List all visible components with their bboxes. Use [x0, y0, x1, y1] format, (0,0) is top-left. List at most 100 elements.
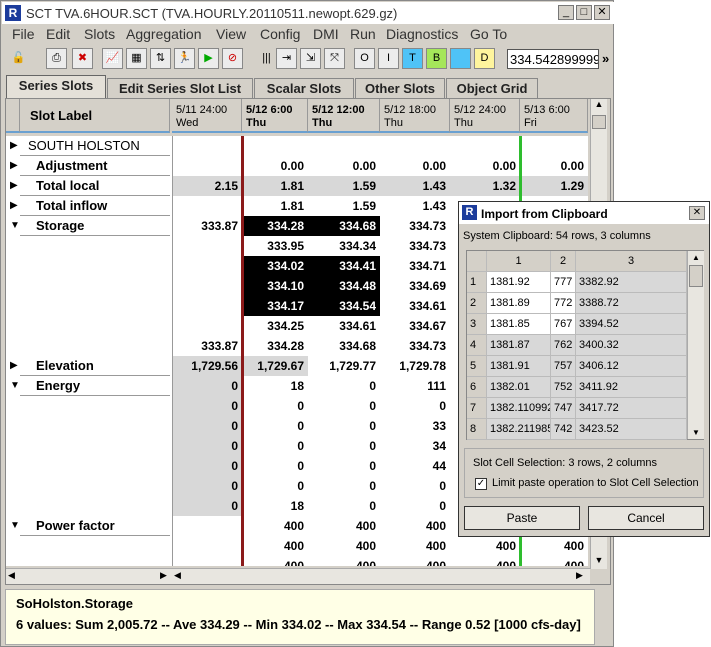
run-icon[interactable]: 🏃 [174, 48, 195, 69]
scroll-thumb[interactable] [689, 265, 703, 287]
grid-cell[interactable]: 0 [172, 476, 242, 496]
dialog-cell[interactable]: 767 [551, 314, 576, 335]
column-header[interactable]: 5/12 18:00 Thu [380, 99, 450, 133]
menu-goto[interactable]: Go To [470, 26, 507, 42]
grid-cell[interactable]: 400 [380, 516, 450, 536]
table-row[interactable]: ▶ Adjustment 0.00 0.00 0.00 0.00 0.00 [6, 156, 588, 176]
d-button[interactable]: D [474, 48, 495, 69]
grid-cell[interactable]: 1.32 [450, 176, 520, 196]
slot-label[interactable]: SOUTH HOLSTON [28, 138, 140, 153]
grid-cell[interactable]: 334.69 [380, 276, 450, 296]
menu-edit[interactable]: Edit [46, 26, 70, 42]
grid-cell[interactable]: 1.29 [520, 176, 588, 196]
scroll-down-icon[interactable]: ▼ [688, 428, 704, 437]
grid-cell[interactable]: 0.00 [520, 156, 588, 176]
menu-file[interactable]: File [12, 26, 35, 42]
grid-cell[interactable]: 0 [242, 476, 308, 496]
chart-icon[interactable]: 📈 [102, 48, 123, 69]
grid-cell[interactable]: 0 [308, 496, 380, 516]
column-header[interactable]: 5/11 24:00 Wed [172, 99, 242, 133]
dialog-cell[interactable]: 3406.12 [576, 356, 687, 377]
grid-cell[interactable]: 0 [380, 476, 450, 496]
dialog-close-button[interactable]: ✕ [689, 206, 705, 220]
grid-cell[interactable] [520, 136, 588, 156]
time-value-field[interactable]: 334.542899999 [507, 49, 599, 69]
table-row[interactable]: ▶ Total local 2.15 1.81 1.59 1.43 1.32 1.29 [6, 176, 588, 196]
slot-label[interactable]: Total inflow [36, 198, 107, 213]
grid-cell[interactable]: 0 [172, 396, 242, 416]
grid-cell[interactable] [172, 136, 242, 156]
column-header[interactable]: 5/12 6:00 Thu [242, 99, 308, 133]
grid-cell[interactable]: 0.00 [242, 156, 308, 176]
grid-cell[interactable]: 334.67 [380, 316, 450, 336]
grid-cell[interactable]: 111 [380, 376, 450, 396]
flow-icon[interactable]: ⇅ [150, 48, 171, 69]
grid-cell[interactable]: 0 [242, 456, 308, 476]
fit-width-icon[interactable]: ⇥ [276, 48, 297, 69]
table-row[interactable]: 400 400 400 400 400 [6, 536, 588, 556]
menu-config[interactable]: Config [260, 26, 300, 42]
grid-cell[interactable]: 0 [308, 476, 380, 496]
grid-cell[interactable]: 334.34 [308, 236, 380, 256]
grid-cell[interactable]: 334.41 [308, 256, 380, 276]
slot-label[interactable]: Power factor [36, 518, 115, 533]
grid-cell[interactable]: 334.68 [308, 216, 380, 236]
grid-cell[interactable] [172, 156, 242, 176]
grid-cell[interactable] [172, 536, 242, 556]
collapse-icon[interactable]: ▼ [10, 220, 20, 231]
toolbar-overflow-icon[interactable]: » [602, 51, 609, 66]
column-header[interactable]: 5/12 24:00 Thu [450, 99, 520, 133]
slot-label[interactable]: Storage [36, 218, 84, 233]
grid-cell[interactable]: 0 [172, 496, 242, 516]
grid-cell[interactable]: 334.71 [380, 256, 450, 276]
o-button[interactable]: O [354, 48, 375, 69]
grid-cell[interactable]: 0 [242, 436, 308, 456]
tab-edit-series-slot-list[interactable]: Edit Series Slot List [107, 78, 253, 99]
dialog-cell[interactable]: 1381.91 [487, 356, 551, 377]
grid-cell[interactable]: 1,729.56 [172, 356, 242, 376]
grid-cell[interactable]: 0 [172, 456, 242, 476]
t-button[interactable]: T [402, 48, 423, 69]
maximize-button[interactable]: □ [576, 5, 592, 20]
column-header[interactable]: 5/13 6:00 Fri [520, 99, 588, 133]
grid-cell[interactable]: 0 [308, 436, 380, 456]
expand-icon[interactable]: ▶ [10, 160, 18, 171]
grid-cell[interactable]: 400 [242, 536, 308, 556]
grid-cell[interactable]: 334.28 [242, 336, 308, 356]
column-bars-icon[interactable]: ||| [256, 48, 277, 69]
grid-cell[interactable]: 0 [308, 396, 380, 416]
grid-cell[interactable]: 0 [172, 436, 242, 456]
scroll-left-icon[interactable]: ◀ [8, 570, 15, 581]
grid-cell[interactable]: 334.54 [308, 296, 380, 316]
grid-cell[interactable]: 334.25 [242, 316, 308, 336]
expand-icon[interactable]: ▶ [10, 140, 18, 151]
scroll-left-icon[interactable]: ◀ [174, 570, 181, 581]
dialog-cell[interactable]: 747 [551, 398, 576, 419]
cancel-button[interactable]: Cancel [588, 506, 704, 530]
blue-button[interactable] [450, 48, 471, 69]
dialog-cell[interactable]: 3417.72 [576, 398, 687, 419]
dialog-cell[interactable]: 1381.85 [487, 314, 551, 335]
grid-cell[interactable]: 400 [450, 536, 520, 556]
grid-cell[interactable]: 0 [172, 416, 242, 436]
expand-icon[interactable]: ▶ [10, 360, 18, 371]
grid-cell[interactable]: 0 [380, 496, 450, 516]
grid-cell[interactable] [172, 516, 242, 536]
grid-cell[interactable]: 0 [242, 416, 308, 436]
dialog-cell[interactable]: 3382.92 [576, 272, 687, 293]
grid-cell[interactable]: 334.17 [242, 296, 308, 316]
grid-cell[interactable]: 400 [380, 556, 450, 566]
grid-cell[interactable]: 1,729.78 [380, 356, 450, 376]
grid-cell[interactable] [172, 296, 242, 316]
menu-run[interactable]: Run [350, 26, 376, 42]
tab-object-grid[interactable]: Object Grid [446, 78, 538, 99]
grid-cell[interactable]: 0.00 [380, 156, 450, 176]
grid-cell[interactable] [172, 196, 242, 216]
tab-other-slots[interactable]: Other Slots [355, 78, 445, 99]
fit-all-icon[interactable]: ⤧ [324, 48, 345, 69]
grid-cell[interactable]: 334.73 [380, 216, 450, 236]
grid-cell[interactable]: 334.73 [380, 236, 450, 256]
tab-scalar-slots[interactable]: Scalar Slots [254, 78, 354, 99]
grid-cell[interactable] [172, 236, 242, 256]
collapse-icon[interactable]: ▼ [10, 520, 20, 531]
